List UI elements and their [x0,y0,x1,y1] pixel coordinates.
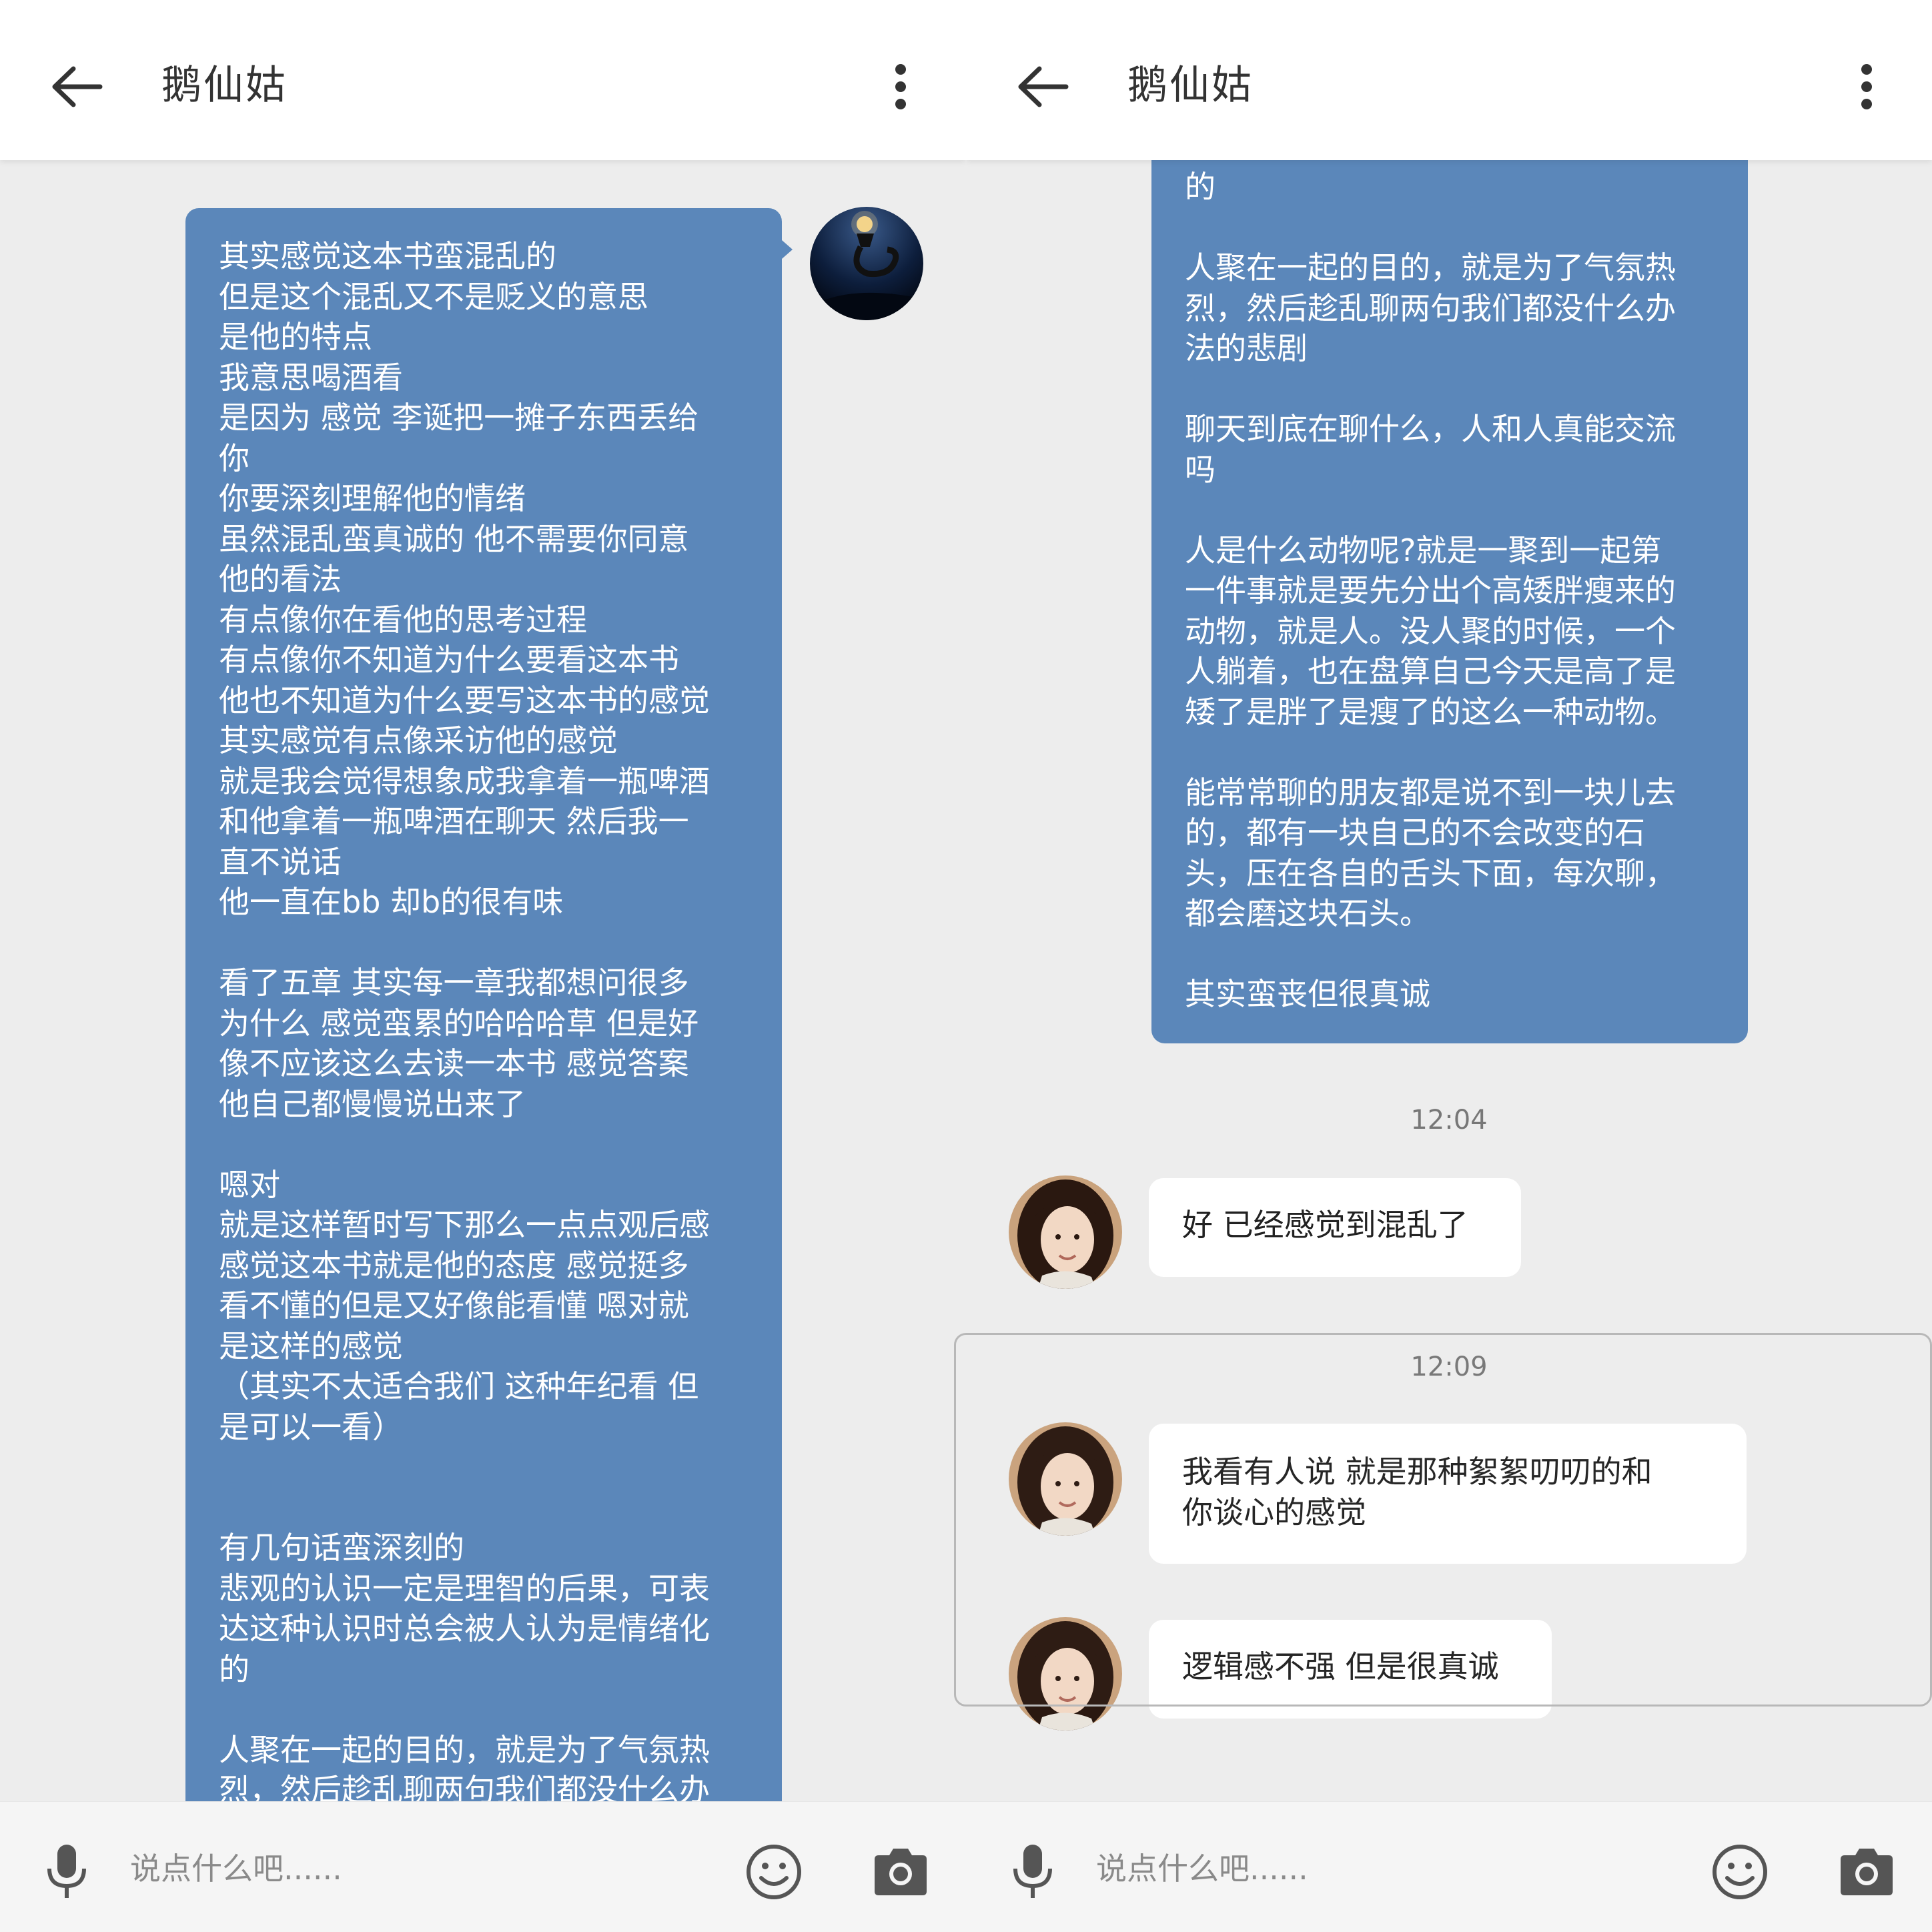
camera-button[interactable] [1837,1843,1897,1901]
selection-frame [954,1333,1932,1707]
bubble-tail [782,240,793,259]
chat-header: 鹅仙姑 [966,0,1932,160]
back-button[interactable] [47,57,107,117]
my-avatar[interactable] [810,207,923,320]
chat-title: 鹅仙姑 [161,62,288,109]
message-input[interactable]: 说点什么吧...... [1096,1849,1308,1889]
input-bar: 说点什么吧...... [0,1801,966,1932]
arrow-left-icon [1018,66,1069,107]
microphone-icon [1013,1845,1052,1898]
chat-header: 鹅仙姑 [0,0,966,160]
microphone-icon [47,1845,86,1898]
more-options-button[interactable] [881,60,921,113]
message-input[interactable]: 说点什么吧...... [130,1849,342,1889]
voice-button[interactable] [40,1842,93,1902]
more-options-button[interactable] [1847,60,1887,113]
camera-icon [1841,1849,1893,1895]
smiley-icon [747,1845,801,1899]
my-message-bubble[interactable]: 的 人聚在一起的目的，就是为了气氛热 烈，然后趁乱聊两句我们都没什么办 法的悲剧… [1151,120,1748,1043]
message-stream[interactable]: 其实感觉这本书蛮混乱的 但是这个混乱又不是贬义的意思 是他的特点 我意思喝酒看 … [0,0,966,1849]
back-button[interactable] [1013,57,1073,117]
input-bar: 说点什么吧...... [966,1801,1932,1932]
arrow-left-icon [52,66,103,107]
more-vertical-icon [1861,64,1872,109]
timestamp: 12:04 [1410,1105,1488,1135]
contact-avatar[interactable] [1009,1175,1122,1289]
camera-icon [875,1849,927,1895]
contact-message-bubble[interactable]: 好 已经感觉到混乱了 [1149,1178,1521,1277]
voice-button[interactable] [1006,1842,1059,1902]
emoji-button[interactable] [744,1842,804,1902]
more-vertical-icon [895,64,906,109]
chat-panel-left: 其实感觉这本书蛮混乱的 但是这个混乱又不是贬义的意思 是他的特点 我意思喝酒看 … [0,0,966,1932]
my-message-bubble[interactable]: 其实感觉这本书蛮混乱的 但是这个混乱又不是贬义的意思 是他的特点 我意思喝酒看 … [185,208,782,1849]
chat-title: 鹅仙姑 [1127,62,1254,109]
smiley-icon [1713,1845,1767,1899]
camera-button[interactable] [871,1843,931,1901]
emoji-button[interactable] [1710,1842,1770,1902]
